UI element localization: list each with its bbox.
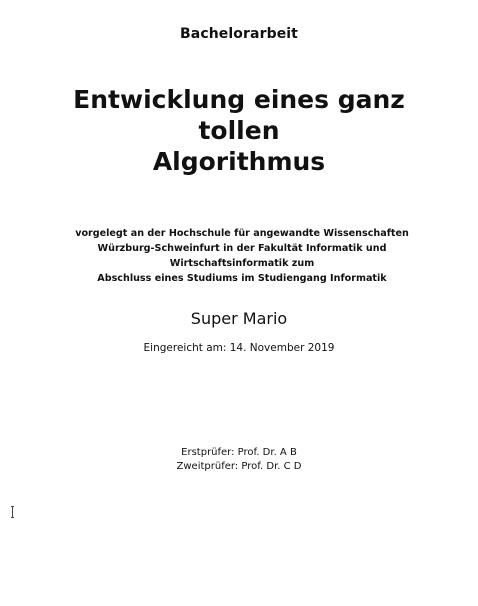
first-examiner: Erstprüfer: Prof. Dr. A B — [181, 447, 297, 458]
thesis-title-line-2: tollen — [198, 116, 280, 145]
document-type: Bachelorarbeit — [180, 26, 298, 42]
thesis-title-line-1: Entwicklung eines ganz — [73, 85, 405, 114]
institution-line-3: Wirtschaftsinformatik zum — [169, 258, 315, 269]
thesis-title: Entwicklung eines ganz tollen Algorithmu… — [0, 84, 478, 177]
institution-line-1: vorgelegt an der Hochschule für angewand… — [75, 228, 409, 239]
document-page: Bachelorarbeit Entwicklung eines ganz to… — [0, 0, 478, 606]
text-cursor-icon — [11, 506, 14, 518]
examiners: Erstprüfer: Prof. Dr. A B Zweitprüfer: P… — [0, 446, 478, 474]
institution-statement: vorgelegt an der Hochschule für angewand… — [44, 226, 440, 286]
second-examiner: Zweitprüfer: Prof. Dr. C D — [176, 461, 302, 472]
author-name: Super Mario — [190, 309, 288, 328]
institution-line-4: Abschluss eines Studiums im Studiengang … — [97, 273, 387, 284]
institution-line-2: Würzburg-Schweinfurt in der Fakultät Inf… — [97, 243, 387, 254]
submission-date: Eingereicht am: 14. November 2019 — [143, 342, 335, 354]
thesis-title-line-3: Algorithmus — [152, 147, 326, 176]
